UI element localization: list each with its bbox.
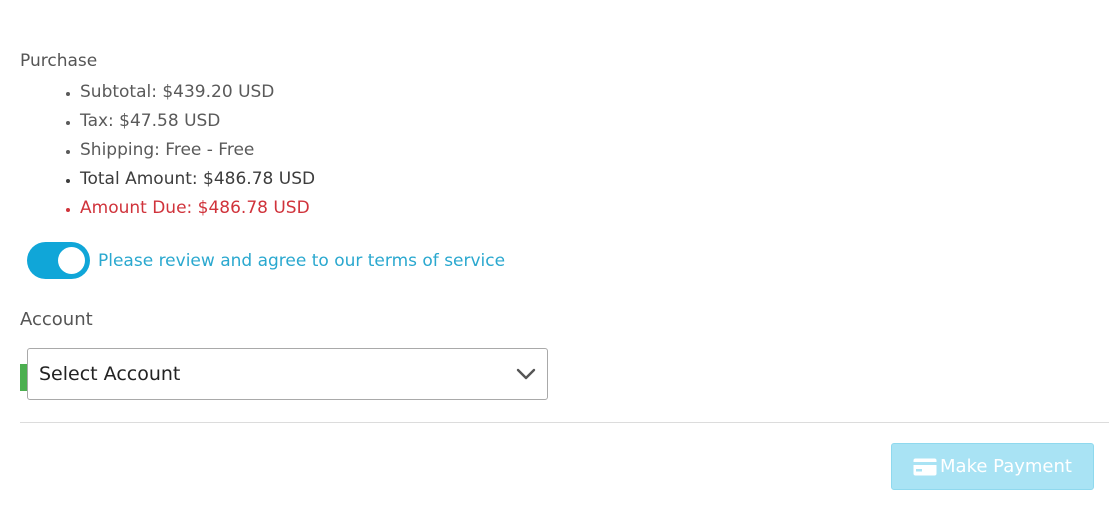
amount-due-item: Amount Due: $486.78 USD xyxy=(80,196,315,225)
account-label: Account xyxy=(20,309,93,330)
terms-row: Please review and agree to our terms of … xyxy=(27,242,505,279)
terms-of-service-link[interactable]: Please review and agree to our terms of … xyxy=(98,247,505,275)
tax-item: Tax: $47.58 USD xyxy=(80,109,315,138)
account-select-value: Select Account xyxy=(39,363,181,385)
account-select[interactable]: Select Account xyxy=(27,348,548,400)
terms-toggle[interactable] xyxy=(27,242,90,279)
make-payment-button[interactable]: Make Payment xyxy=(891,443,1094,490)
toggle-knob xyxy=(58,247,85,274)
section-divider xyxy=(20,422,1109,423)
credit-card-icon xyxy=(913,458,937,475)
chevron-down-icon xyxy=(516,368,536,380)
payment-panel: Purchase Subtotal: $439.20 USD Tax: $47.… xyxy=(0,0,1109,528)
purchase-heading: Purchase xyxy=(20,51,98,71)
purchase-summary-list: Subtotal: $439.20 USD Tax: $47.58 USD Sh… xyxy=(60,80,315,225)
subtotal-item: Subtotal: $439.20 USD xyxy=(80,80,315,109)
required-marker xyxy=(20,364,27,391)
shipping-item: Shipping: Free - Free xyxy=(80,138,315,167)
total-amount-item: Total Amount: $486.78 USD xyxy=(80,167,315,196)
make-payment-label: Make Payment xyxy=(940,456,1072,477)
